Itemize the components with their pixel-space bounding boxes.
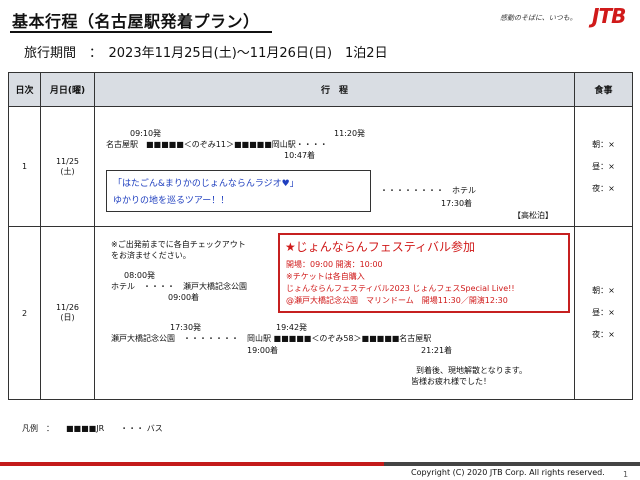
day1-promo-title: 「はたごん&まりかのじょんならんラジオ♥」 bbox=[113, 179, 299, 189]
copyright: Copyright (C) 2020 JTB Corp. All rights … bbox=[411, 468, 605, 477]
day2-date-value: 11/26 bbox=[55, 303, 80, 312]
day1-date-value: 11/25 bbox=[55, 156, 80, 166]
day1-departure-time: 09:10発 bbox=[130, 129, 162, 138]
page-number: 1 bbox=[623, 470, 629, 479]
day2-lunch: 昼：× bbox=[592, 308, 615, 317]
day2-festival-ticket-note: ※チケットは各自購入 bbox=[286, 272, 365, 281]
day1-weekday: (土) bbox=[60, 166, 75, 176]
day2-nagoya-arrival: 21:21着 bbox=[421, 346, 453, 355]
day1-promo-box: 「はたごん&まりかのじょんならんラジオ♥」 ゆかりの地を巡るツアー！！ bbox=[106, 170, 371, 212]
day2-closing-note: 到着後、現地解散となります。 bbox=[416, 366, 527, 375]
table-header-row: 日次 月日(曜) 行 程 食事 bbox=[8, 72, 633, 107]
day1-promo-subtitle: ゆかりの地を巡るツアー！！ bbox=[113, 196, 230, 206]
day2-return-dep-time: 17:30発 bbox=[170, 323, 202, 332]
brand-tagline: 感動のそばに、いつも。 bbox=[500, 14, 577, 22]
title-underline bbox=[10, 31, 272, 33]
day2-checkout-note-2: をお済ませください。 bbox=[111, 251, 191, 260]
day2-weekday: (日) bbox=[60, 313, 75, 322]
day1-date: 11/25 (土) bbox=[40, 106, 95, 227]
day1-hotel-name: 【高松泊】 bbox=[513, 211, 553, 220]
day2-morning-route: ホテル ・・・・ 瀬戸大橋記念公園 bbox=[111, 282, 247, 291]
day2-festival-venue: @瀬戸大橋記念公園 マリンドーム 開場11:30／開演12:30 bbox=[286, 296, 508, 305]
day1-arrival-time: 10:47着 bbox=[284, 151, 316, 160]
day1-lunch: 昼：× bbox=[592, 161, 615, 171]
jtb-logo: JTB bbox=[592, 4, 626, 28]
header-date: 月日(曜) bbox=[40, 72, 95, 107]
header-meals: 食事 bbox=[574, 72, 633, 107]
day1-number: 1 bbox=[8, 106, 41, 227]
day2-okayama-dep-time: 19:42発 bbox=[276, 323, 308, 332]
day2-festival-title: ★じょんならんフェスティバル参加 bbox=[285, 240, 476, 254]
day2-number: 2 bbox=[8, 226, 41, 400]
day2-festival-schedule: 開場：09:00 開演：10:00 bbox=[286, 260, 383, 269]
header-itinerary: 行 程 bbox=[94, 72, 575, 107]
day2-checkout-note: ※ご出発前までに各自チェックアウト bbox=[111, 240, 246, 249]
day2-date: 11/26 (日) bbox=[40, 226, 95, 400]
legend: 凡例 ： ■■■■JR ・・・ バス bbox=[22, 424, 163, 433]
day1-meals: 朝：× 昼：× 夜：× bbox=[574, 106, 633, 227]
day1-breakfast: 朝：× bbox=[592, 139, 615, 149]
day2-morning-arrival: 09:00着 bbox=[168, 293, 200, 302]
day2-okayama-arrival: 19:00着 bbox=[247, 346, 279, 355]
day1-dinner: 夜：× bbox=[592, 183, 615, 193]
day1-route: 名古屋駅 ■■■■■＜のぞみ11＞■■■■■岡山駅・・・・ bbox=[106, 140, 328, 149]
day2-closing-thanks: 皆様お疲れ様でした！ bbox=[411, 377, 491, 386]
day1-hotel-time: 17:30着 bbox=[441, 199, 473, 208]
header-day: 日次 bbox=[8, 72, 41, 107]
day2-return-route: 瀬戸大橋記念公園 ・・・・・・・ 岡山駅 ■■■■■＜のぞみ58＞■■■■■名古… bbox=[111, 334, 432, 343]
day2-festival-event: じょんならんフェスティバル2023 じょんフェスSpecial Live!! bbox=[286, 284, 515, 293]
day2-morning-time: 08:00発 bbox=[124, 271, 156, 280]
page-title: 基本行程（名古屋駅発着プラン） bbox=[12, 12, 260, 31]
day2-meals: 朝：× 昼：× 夜：× bbox=[574, 226, 633, 400]
footer-bar bbox=[0, 462, 640, 466]
travel-period: 旅行期間 ： 2023年11月25日(土)～11月26日(日) 1泊2日 bbox=[24, 46, 388, 61]
day2-dinner: 夜：× bbox=[592, 330, 615, 339]
day1-hotel-route: ・・・・・・・・ ホテル bbox=[380, 186, 476, 195]
day1-okayama-time: 11:20発 bbox=[334, 129, 366, 138]
day2-breakfast: 朝：× bbox=[592, 286, 615, 295]
day2-festival-box: ★じょんならんフェスティバル参加 開場：09:00 開演：10:00 ※チケット… bbox=[278, 233, 570, 313]
